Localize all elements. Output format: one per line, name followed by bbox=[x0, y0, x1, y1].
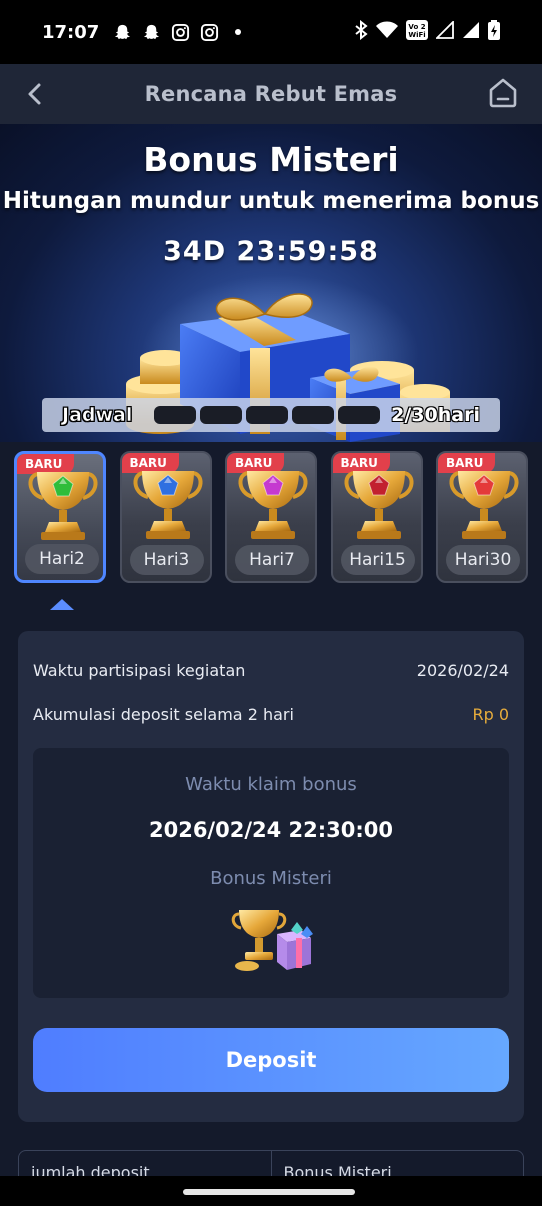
hero-subtitle: Hitungan mundur untuk menerima bonus bbox=[2, 188, 540, 214]
back-button[interactable] bbox=[20, 78, 52, 110]
schedule-segment bbox=[200, 406, 242, 424]
day-card-hari7[interactable]: BARU Hari7 bbox=[225, 451, 317, 583]
participation-date: 2026/02/24 bbox=[416, 661, 509, 680]
status-right: Vo 2 WiFi bbox=[354, 19, 500, 45]
trophy-icon bbox=[344, 471, 413, 539]
schedule-progress-bar: Jadwal 2/30hari bbox=[42, 398, 500, 432]
day-label: Hari15 bbox=[340, 545, 415, 575]
participation-row: Waktu partisipasi kegiatan 2026/02/24 bbox=[33, 661, 509, 680]
chevron-left-icon bbox=[28, 83, 41, 105]
schedule-progress-text: 2/30hari bbox=[391, 404, 480, 426]
wifi-icon bbox=[376, 21, 398, 44]
day-card-hari3[interactable]: BARU Hari3 bbox=[119, 451, 212, 583]
battery-icon bbox=[488, 19, 500, 45]
accumulation-label: Akumulasi deposit selama 2 hari bbox=[33, 705, 294, 724]
signal-icon bbox=[462, 21, 480, 44]
page-title: Rencana Rebut Emas bbox=[144, 82, 398, 106]
clock: 17:07 bbox=[42, 21, 100, 43]
hero-title: Bonus Misteri bbox=[143, 140, 399, 179]
system-nav-bar bbox=[0, 1176, 542, 1206]
day-label: Hari7 bbox=[235, 545, 309, 575]
participation-label: Waktu partisipasi kegiatan bbox=[33, 661, 246, 680]
snapchat-icon bbox=[113, 23, 132, 42]
day-label: Hari3 bbox=[129, 545, 204, 575]
hero-banner: Bonus Misteri Hitungan mundur untuk mene… bbox=[0, 124, 542, 442]
snapchat-icon bbox=[142, 23, 161, 42]
bonus-info-card: Waktu partisipasi kegiatan 2026/02/24 Ak… bbox=[18, 631, 524, 1122]
claim-time-label: Waktu klaim bonus bbox=[185, 774, 357, 795]
schedule-segment bbox=[292, 406, 334, 424]
notification-dot bbox=[235, 29, 242, 35]
day-reward-list: BARU Hari2 BARU Hari3 BARU Hari7 BARU Ha… bbox=[14, 451, 528, 583]
deposit-button[interactable]: Deposit bbox=[33, 1028, 509, 1092]
signal-icon bbox=[434, 19, 454, 44]
app-header: Rencana Rebut Emas bbox=[0, 64, 542, 124]
trophy-icon bbox=[133, 471, 202, 539]
bonus-label: Bonus Misteri bbox=[210, 868, 332, 889]
mystery-bonus-icon bbox=[231, 910, 313, 971]
schedule-segment bbox=[338, 406, 380, 424]
day-card-hari15[interactable]: BARU Hari15 bbox=[330, 451, 423, 583]
instagram-icon bbox=[200, 23, 219, 42]
schedule-segments bbox=[154, 406, 380, 424]
accumulation-row: Akumulasi deposit selama 2 hari Rp 0 bbox=[33, 705, 509, 724]
claim-box: Waktu klaim bonus 2026/02/24 22:30:00 Bo… bbox=[33, 748, 509, 998]
trophy-icon bbox=[238, 471, 308, 539]
status-bar: 17:07 Vo 2 WiFi bbox=[0, 0, 542, 64]
trophy-icon bbox=[28, 472, 98, 540]
vowifi-icon: Vo 2 WiFi bbox=[406, 19, 428, 45]
day-card-hari30[interactable]: BARU Hari30 bbox=[436, 451, 528, 583]
day-card-hari2[interactable]: BARU Hari2 bbox=[14, 451, 106, 583]
countdown-timer: 34D 23:59:58 bbox=[163, 236, 379, 267]
schedule-label: Jadwal bbox=[62, 404, 133, 427]
accumulation-amount: Rp 0 bbox=[472, 705, 509, 724]
claim-time-value: 2026/02/24 22:30:00 bbox=[148, 818, 393, 842]
selected-indicator-caret bbox=[50, 599, 74, 610]
instagram-icon bbox=[171, 23, 190, 42]
bluetooth-icon bbox=[354, 19, 368, 45]
svg-text:Vo 2: Vo 2 bbox=[408, 23, 425, 31]
trophy-icon bbox=[449, 471, 519, 539]
day-label: Hari2 bbox=[25, 544, 99, 574]
home-icon bbox=[489, 78, 517, 108]
day-label: Hari30 bbox=[446, 545, 520, 575]
home-gesture-bar[interactable] bbox=[183, 1189, 355, 1195]
schedule-segment bbox=[154, 406, 196, 424]
home-button[interactable] bbox=[486, 76, 520, 110]
svg-text:WiFi: WiFi bbox=[408, 31, 425, 39]
schedule-segment bbox=[246, 406, 288, 424]
